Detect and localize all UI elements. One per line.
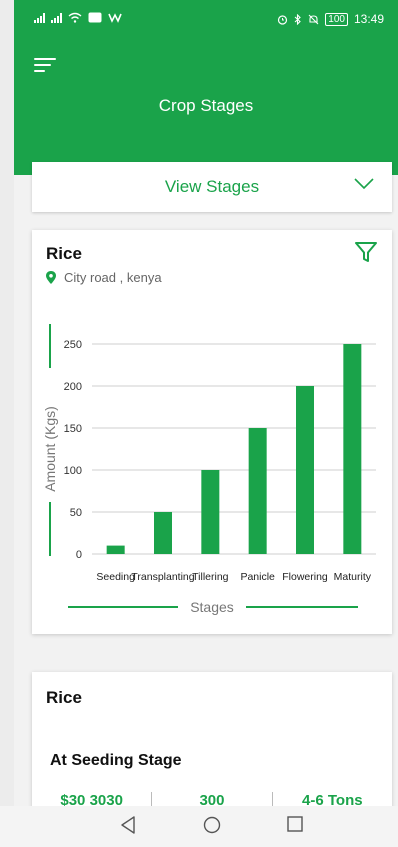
- bar-chart: 0 50 100 150 200 250 Amount (Kgs) SeedingTransp…: [42, 324, 376, 615]
- status-bar: 100 13:49: [14, 0, 398, 36]
- notification-icon: [88, 12, 102, 23]
- y-tick-label: 0: [76, 549, 82, 561]
- page-title: Crop Stages: [158, 96, 254, 115]
- app-header: 100 13:49 Crop Stages: [14, 0, 398, 175]
- view-stages-dropdown[interactable]: View Stages: [32, 162, 392, 212]
- y-tick-label: 200: [64, 381, 82, 393]
- y-tick-label: 250: [64, 339, 82, 351]
- wifi-icon: [68, 12, 82, 23]
- x-axis-label: Stages: [190, 599, 234, 615]
- x-tick-label: Tillering: [192, 571, 229, 583]
- back-icon[interactable]: [120, 816, 136, 834]
- recents-icon[interactable]: [287, 816, 303, 832]
- app-notification-icon: [108, 13, 122, 23]
- bar: [154, 512, 172, 554]
- bar: [106, 545, 125, 554]
- x-tick-label: Transplanting: [131, 571, 194, 583]
- battery-icon: 100: [325, 12, 348, 26]
- signal-icon-2: [51, 12, 62, 23]
- alarm-icon: [278, 14, 288, 25]
- chart-card: Rice City road , kenya 0 50 100 150 200 250 Am…: [32, 230, 392, 634]
- x-tick-label: Seeding: [96, 571, 135, 583]
- y-tick-label: 150: [64, 423, 82, 435]
- bar: [248, 428, 267, 554]
- y-axis-label: Amount (Kgs): [42, 406, 58, 492]
- status-right: 100 13:49: [277, 12, 384, 26]
- x-tick-label: Flowering: [282, 571, 328, 583]
- y-tick-label: 100: [64, 465, 82, 477]
- system-nav-bar: [0, 806, 398, 847]
- chevron-down-icon: [354, 178, 374, 190]
- bar: [201, 470, 220, 554]
- home-icon[interactable]: [203, 816, 221, 834]
- app-frame: 100 13:49 Crop Stages View Stages Rice C…: [14, 0, 398, 847]
- mute-icon: [308, 14, 319, 24]
- y-tick-label: 50: [70, 507, 82, 519]
- x-tick-label: Maturity: [334, 571, 372, 583]
- menu-icon[interactable]: [34, 58, 56, 74]
- x-tick-label: Panicle: [240, 571, 275, 583]
- info-crop-name: Rice: [46, 688, 82, 707]
- bar: [296, 386, 314, 554]
- bluetooth-icon: [294, 13, 302, 25]
- signal-icon: [34, 12, 45, 23]
- status-time: 13:49: [353, 12, 384, 26]
- bar: [343, 344, 362, 554]
- stage-title: At Seeding Stage: [50, 752, 182, 769]
- dropdown-label: View Stages: [164, 177, 260, 196]
- status-left: [34, 12, 122, 23]
